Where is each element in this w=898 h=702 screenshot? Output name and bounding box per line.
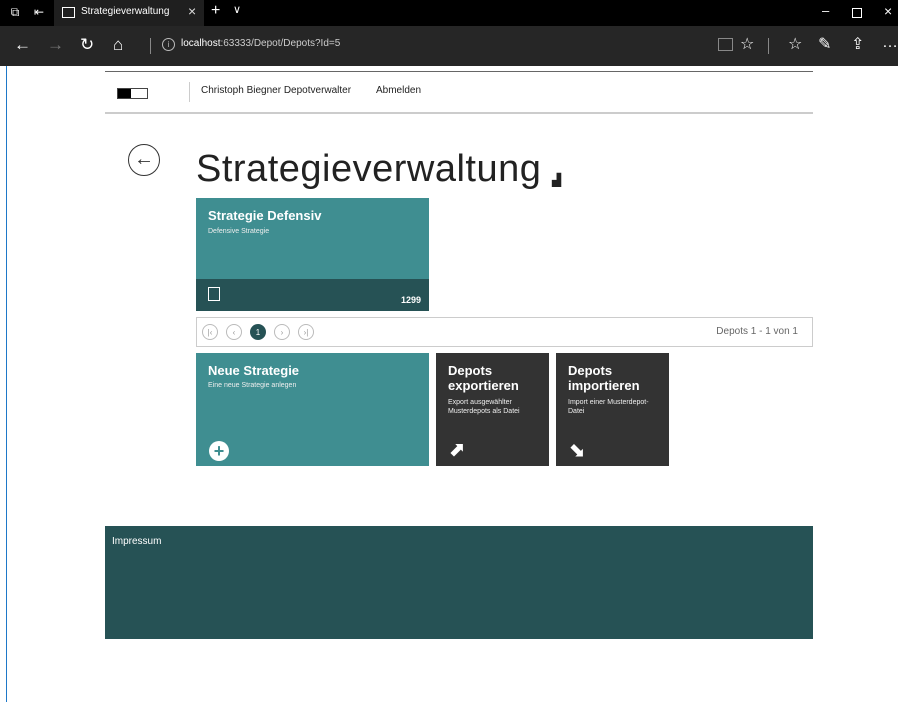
export-subtitle: Export ausgewählter Musterdepots als Dat…: [448, 399, 520, 415]
pager-info: Depots 1 - 1 von 1: [716, 326, 798, 337]
impressum-link[interactable]: Impressum: [112, 536, 161, 547]
more-icon[interactable]: …: [882, 34, 898, 52]
share-icon[interactable]: ⇪: [851, 34, 864, 54]
minimize-icon[interactable]: –: [822, 3, 829, 18]
user-name[interactable]: Christoph Biegner Depotverwalter: [201, 85, 351, 96]
pen-icon[interactable]: ✎: [818, 34, 831, 54]
favorites-hub-icon[interactable]: ☆: [788, 34, 802, 54]
page-footer: Impressum: [105, 526, 813, 639]
logo-mark: [118, 89, 131, 98]
last-page-icon[interactable]: ›|: [298, 324, 314, 340]
chart-icon[interactable]: ▟: [552, 173, 561, 187]
address-bar: ← → ↻ ⌂ i localhost:63333/Depot/Depots?I…: [0, 26, 898, 66]
back-arrow-icon[interactable]: ←: [128, 144, 160, 176]
tab-close-icon[interactable]: ×: [188, 3, 196, 19]
tab-list-chevron-icon[interactable]: ∨: [233, 3, 241, 16]
app-logo[interactable]: [117, 88, 148, 99]
new-strategy-tile[interactable]: Neue Strategie Eine neue Strategie anleg…: [196, 353, 429, 466]
address-divider: [150, 38, 151, 54]
browser-tab[interactable]: Strategieverwaltung ×: [54, 0, 204, 26]
app-header: Christoph Biegner Depotverwalter Abmelde…: [105, 71, 813, 114]
maximize-icon[interactable]: [852, 8, 862, 18]
export-title: Depots exportieren: [448, 363, 519, 393]
refresh-icon[interactable]: ↻: [80, 35, 94, 55]
browser-tab-bar: ⧉ ⇤ Strategieverwaltung × + ∨ – ×: [0, 0, 898, 26]
new-tab-icon[interactable]: +: [211, 2, 220, 20]
url-field[interactable]: localhost:63333/Depot/Depots?Id=5: [181, 38, 340, 49]
first-page-icon[interactable]: |‹: [202, 324, 218, 340]
import-title: Depots importieren: [568, 363, 640, 393]
new-strategy-title: Neue Strategie: [208, 363, 300, 378]
strategy-title: Strategie Defensiv: [208, 208, 322, 223]
export-depots-tile[interactable]: Depots exportieren Export ausgewählter M…: [436, 353, 549, 466]
reading-view-icon[interactable]: [718, 38, 733, 51]
header-divider: [189, 82, 190, 102]
document-icon: [208, 287, 220, 301]
import-depots-tile[interactable]: Depots importieren Import einer Musterde…: [556, 353, 669, 466]
tab-title: Strategieverwaltung: [81, 6, 170, 17]
tab-actions-icon[interactable]: ⧉: [8, 5, 22, 19]
export-icon: ⬈: [448, 439, 465, 461]
plus-icon: +: [209, 441, 229, 461]
page-content: Christoph Biegner Depotverwalter Abmelde…: [6, 66, 898, 702]
favorite-star-icon[interactable]: ☆: [740, 34, 754, 54]
back-icon[interactable]: ←: [14, 35, 31, 55]
prev-page-icon[interactable]: ‹: [226, 324, 242, 340]
pager: |‹ ‹ 1 › ›| Depots 1 - 1 von 1: [196, 317, 813, 347]
forward-icon[interactable]: →: [47, 35, 64, 55]
strategy-tile-footer: 1299: [196, 279, 429, 311]
import-subtitle: Import einer Musterdepot-Datei: [568, 399, 649, 415]
close-window-icon[interactable]: ×: [884, 3, 892, 19]
next-page-icon[interactable]: ›: [274, 324, 290, 340]
strategy-subtitle: Defensive Strategie: [208, 228, 270, 235]
home-icon[interactable]: ⌂: [113, 35, 123, 55]
page-1-button[interactable]: 1: [250, 324, 266, 340]
page-title: Strategieverwaltung: [196, 148, 542, 190]
import-icon: ⬊: [568, 439, 585, 461]
strategy-count: 1299: [400, 295, 421, 305]
toolbar-divider: [768, 38, 769, 54]
site-info-icon[interactable]: i: [162, 38, 175, 51]
set-aside-tabs-icon[interactable]: ⇤: [32, 5, 46, 19]
new-strategy-subtitle: Eine neue Strategie anlegen: [208, 382, 297, 389]
strategy-tile[interactable]: Strategie Defensiv Defensive Strategie 1…: [196, 198, 429, 311]
logout-link[interactable]: Abmelden: [376, 85, 421, 96]
page-icon: [62, 7, 75, 18]
